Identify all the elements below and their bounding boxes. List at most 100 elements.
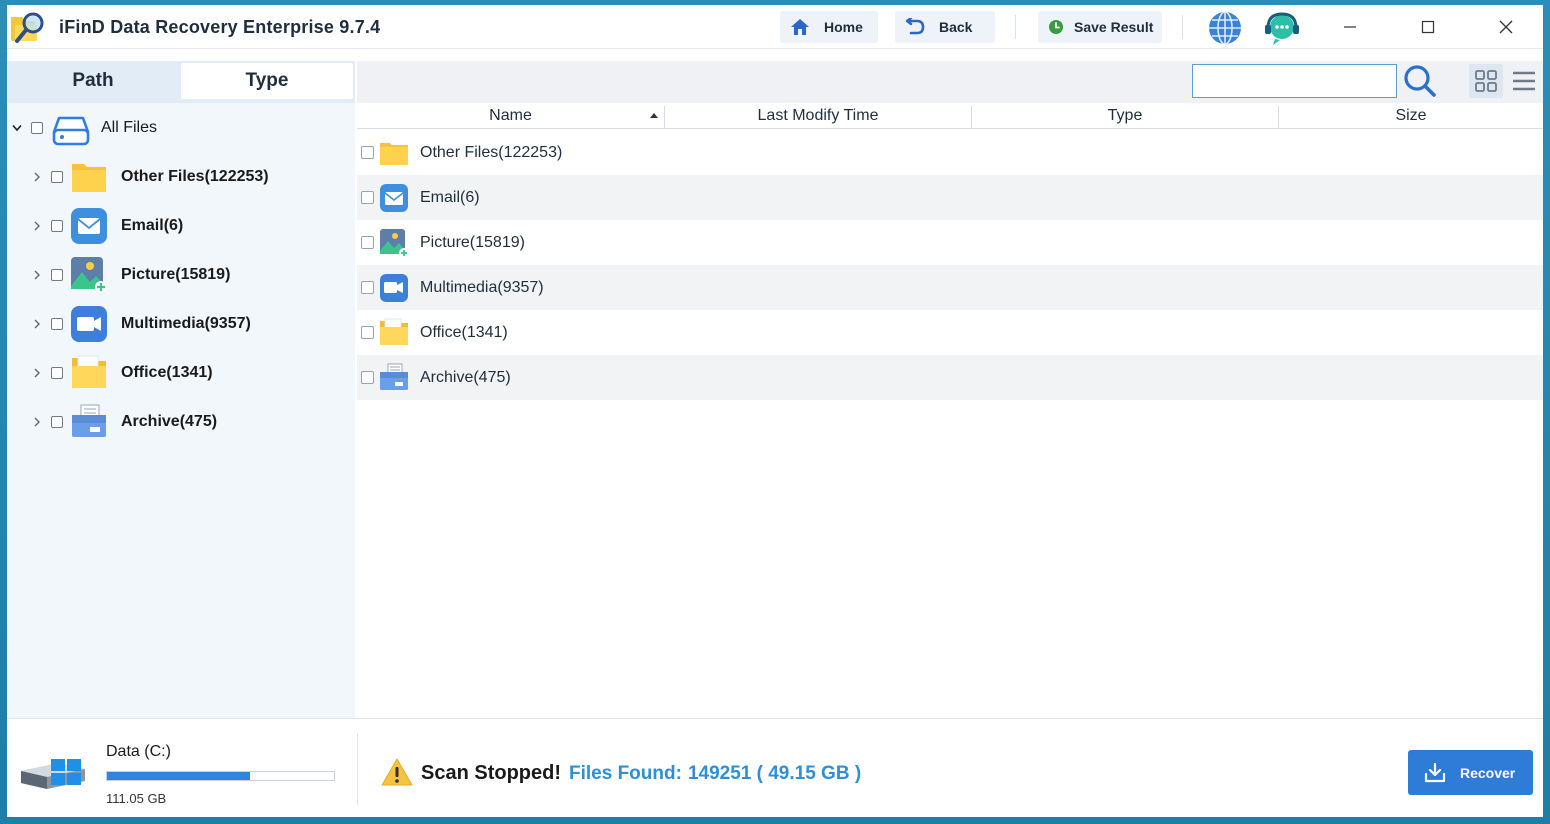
drive-name: Data (C:): [106, 743, 171, 760]
tree-item-other-files[interactable]: Other Files(122253): [7, 157, 355, 197]
close-button[interactable]: [1483, 11, 1529, 43]
column-header-size[interactable]: Size: [1279, 103, 1543, 129]
close-icon: [1499, 20, 1513, 34]
tree-root-all-files[interactable]: All Files: [7, 108, 355, 148]
tree-item-office[interactable]: Office(1341): [7, 353, 355, 393]
row-name: Other Files(122253): [420, 143, 563, 161]
table-row[interactable]: Office(1341): [357, 310, 1543, 355]
expand-caret-icon[interactable]: [31, 367, 43, 379]
folder-icon: [72, 164, 106, 192]
app-title: iFinD Data Recovery Enterprise 9.7.4: [59, 17, 381, 37]
sort-ascending-icon: [650, 113, 658, 118]
email-icon: [380, 184, 408, 212]
expand-caret-icon[interactable]: [31, 220, 43, 232]
archive-icon: [72, 404, 106, 437]
maximize-button[interactable]: [1405, 11, 1451, 43]
status-footer: Data (C:) 111.05 GB Scan Stopped! Files …: [7, 718, 1543, 817]
tree-checkbox[interactable]: [51, 220, 63, 232]
back-button[interactable]: Back: [895, 11, 995, 43]
expand-caret-icon[interactable]: [31, 416, 43, 428]
tree-checkbox[interactable]: [51, 416, 63, 428]
tree-checkbox[interactable]: [51, 367, 63, 379]
minimize-icon: [1344, 26, 1356, 28]
multimedia-icon: [380, 274, 408, 302]
tree-item-multimedia[interactable]: Multimedia(9357): [7, 304, 355, 344]
row-checkbox[interactable]: [361, 326, 374, 339]
expand-caret-icon[interactable]: [31, 269, 43, 281]
recover-button-label: Recover: [1460, 764, 1516, 781]
collapse-caret-icon[interactable]: [11, 122, 23, 134]
column-header-label: Name: [489, 107, 532, 124]
table-row[interactable]: Other Files(122253): [357, 130, 1543, 175]
tree-label-all-files: All Files: [101, 119, 158, 136]
row-name: Email(6): [420, 188, 480, 206]
row-checkbox[interactable]: [361, 281, 374, 294]
row-checkbox[interactable]: [361, 146, 374, 159]
tab-type[interactable]: Type: [181, 63, 353, 99]
app-window: iFinD Data Recovery Enterprise 9.7.4 Hom…: [7, 5, 1543, 817]
column-header-name[interactable]: Name: [357, 103, 664, 129]
grid-view-toggle[interactable]: [1469, 64, 1503, 98]
tree-checkbox[interactable]: [51, 171, 63, 183]
maximize-icon: [1421, 20, 1435, 34]
language-globe-icon[interactable]: [1207, 10, 1243, 46]
support-chat-icon[interactable]: [1263, 10, 1299, 46]
footer-divider: [357, 733, 358, 805]
tab-bar: Path Type: [7, 61, 355, 103]
tree-item-picture[interactable]: Picture(15819): [7, 255, 355, 295]
office-icon: [380, 318, 408, 345]
tree-checkbox-all-files[interactable]: [31, 122, 43, 134]
folder-icon: [380, 143, 408, 165]
column-header-last-modify-time[interactable]: Last Modify Time: [665, 103, 971, 129]
home-button[interactable]: Home: [780, 11, 878, 43]
search-input[interactable]: [1193, 65, 1396, 97]
table-row[interactable]: Email(6): [357, 175, 1543, 220]
tab-path[interactable]: Path: [7, 63, 179, 99]
row-checkbox[interactable]: [361, 191, 374, 204]
tree-label: Email(6): [121, 217, 184, 234]
row-name: Picture(15819): [420, 233, 525, 251]
expand-caret-icon[interactable]: [31, 318, 43, 330]
drive-icon: [52, 116, 90, 146]
row-checkbox[interactable]: [361, 371, 374, 384]
expand-caret-icon[interactable]: [31, 171, 43, 183]
tree-item-archive[interactable]: Archive(475): [7, 402, 355, 442]
tree-label: Multimedia(9357): [121, 315, 251, 332]
table-row[interactable]: Archive(475): [357, 355, 1543, 400]
files-found-label: Files Found:: [569, 763, 682, 784]
picture-icon: [71, 257, 107, 293]
column-header-label: Size: [1395, 107, 1427, 124]
save-result-button[interactable]: Save Result: [1038, 11, 1162, 43]
files-found-value: 149251 ( 49.15 GB ): [687, 763, 862, 784]
search-icon[interactable]: [1403, 64, 1437, 98]
home-icon: [791, 19, 809, 35]
recover-button[interactable]: Recover: [1408, 750, 1533, 795]
tree-item-email[interactable]: Email(6): [7, 206, 355, 246]
warning-icon: [381, 758, 413, 786]
row-name: Archive(475): [420, 368, 511, 386]
left-panel: Path Type All Files Other Files(122253) …: [7, 61, 355, 718]
titlebar-divider: [1182, 15, 1183, 39]
minimize-button[interactable]: [1327, 11, 1373, 43]
tree-checkbox[interactable]: [51, 318, 63, 330]
app-logo-icon: [11, 12, 44, 43]
column-header-label: Last Modify Time: [757, 107, 879, 124]
back-icon: [905, 18, 925, 35]
tree-checkbox[interactable]: [51, 269, 63, 281]
list-view-toggle[interactable]: [1507, 64, 1541, 98]
scan-status-text: Scan Stopped!: [421, 762, 562, 784]
drive-usage-bar: [106, 771, 335, 781]
tree-label: Other Files(122253): [121, 168, 269, 185]
grid-view-icon: [1475, 70, 1497, 92]
titlebar-divider: [1015, 15, 1016, 39]
list-view-icon: [1513, 71, 1535, 91]
column-header-type[interactable]: Type: [972, 103, 1278, 129]
search-box[interactable]: [1192, 64, 1397, 98]
title-bar: iFinD Data Recovery Enterprise 9.7.4 Hom…: [7, 5, 1543, 49]
picture-icon: [380, 229, 409, 258]
table-row[interactable]: Picture(15819): [357, 220, 1543, 265]
windows-drive-icon: [21, 759, 85, 789]
file-list-toolbar: [357, 61, 1543, 103]
table-row[interactable]: Multimedia(9357): [357, 265, 1543, 310]
row-checkbox[interactable]: [361, 236, 374, 249]
